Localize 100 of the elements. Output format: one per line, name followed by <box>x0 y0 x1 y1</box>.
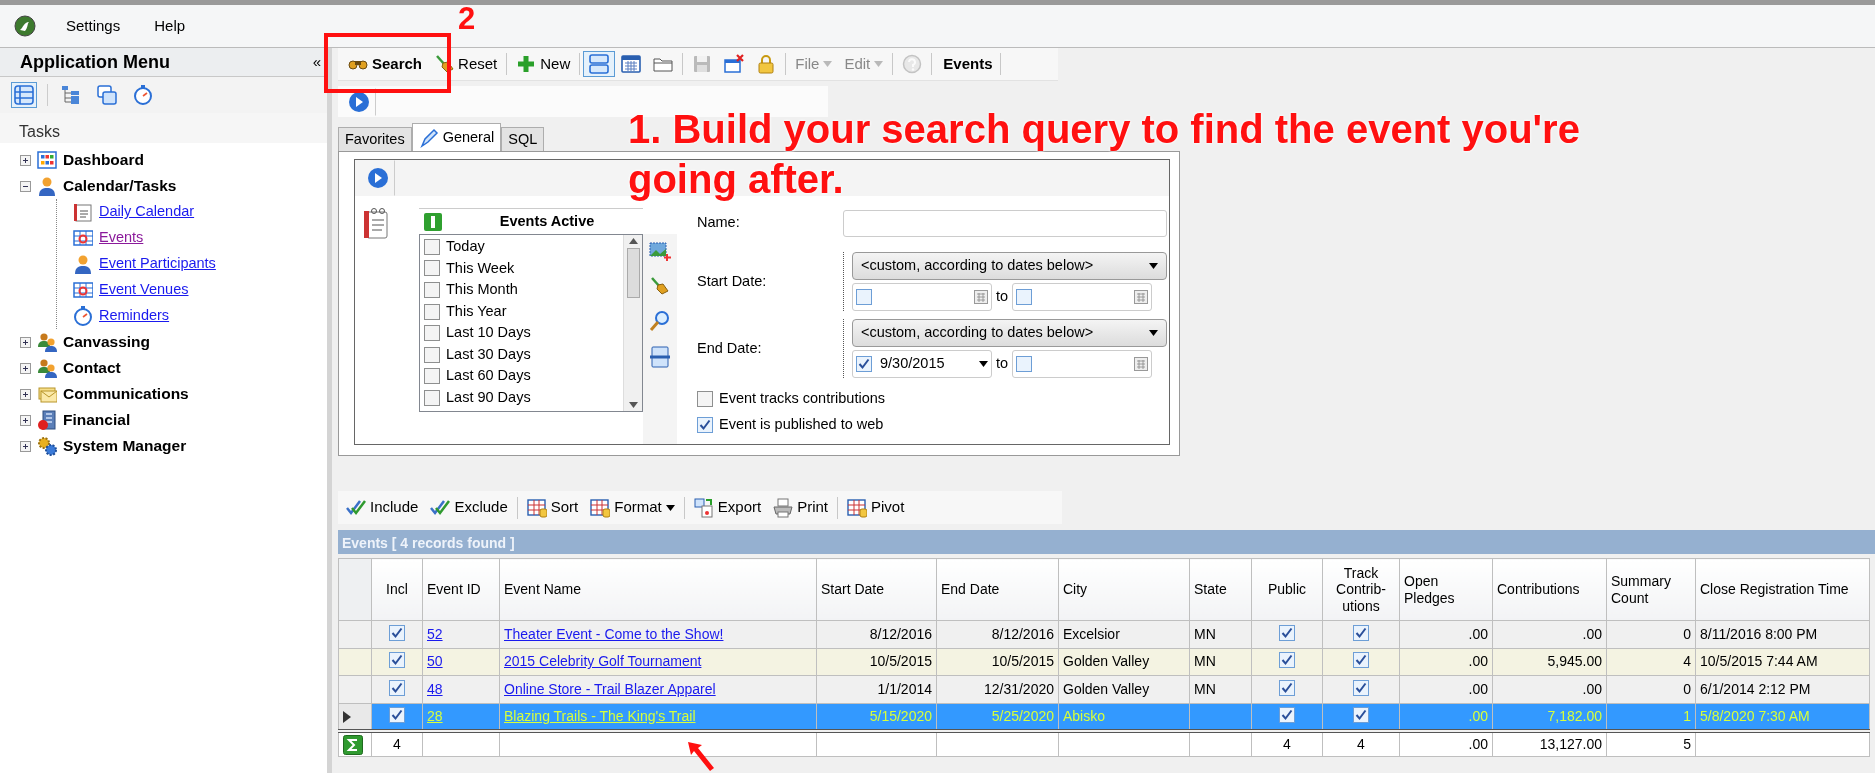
calendar-button-icon[interactable] <box>974 290 988 304</box>
column-header[interactable]: Incl <box>371 558 423 621</box>
tree-link[interactable]: Reminders <box>99 305 170 327</box>
checkbox[interactable] <box>1353 679 1369 696</box>
checkbox[interactable] <box>389 706 405 723</box>
option-label[interactable]: This Month <box>446 279 518 301</box>
menu-button[interactable]: Format <box>584 494 681 521</box>
checkbox[interactable] <box>1279 679 1295 696</box>
scroll-thumb[interactable] <box>626 248 640 298</box>
toolbar-button[interactable]: New <box>510 51 577 77</box>
broom-icon[interactable] <box>649 276 669 296</box>
toolbar-button[interactable]: Print <box>767 494 834 521</box>
option-label[interactable]: Last 10 Days <box>446 322 531 345</box>
tab[interactable]: Favorites <box>338 127 412 151</box>
tree-link[interactable]: Event Participants <box>99 253 216 275</box>
column-header[interactable]: Public <box>1251 558 1323 621</box>
tree-item[interactable]: Financial <box>63 408 131 432</box>
add-image-icon[interactable] <box>649 240 671 262</box>
checkbox-label[interactable]: Event tracks contributions <box>719 388 886 410</box>
expand-icon[interactable] <box>20 388 31 400</box>
column-header[interactable]: Close Registration Time <box>1695 558 1870 621</box>
option-label[interactable]: Today <box>446 235 485 258</box>
view-toggle[interactable] <box>583 51 616 77</box>
expand-icon[interactable] <box>20 440 31 452</box>
preset-dropdown[interactable]: <custom, according to dates below> <box>852 319 1167 347</box>
checkbox-label[interactable]: Event is published to web <box>719 414 884 436</box>
view-button[interactable] <box>94 82 120 108</box>
checkbox[interactable] <box>389 624 405 641</box>
tree-item[interactable]: System Manager <box>63 434 187 458</box>
expand-icon[interactable] <box>20 154 31 166</box>
tab[interactable]: SQL <box>501 127 545 151</box>
toolbar-button[interactable]: Pivot <box>841 494 911 521</box>
tree-link[interactable]: Events <box>99 227 144 249</box>
tab[interactable]: General <box>411 123 502 151</box>
menu-item[interactable]: Help <box>150 12 190 40</box>
checkbox[interactable] <box>697 391 713 407</box>
tree-item[interactable]: Calendar/Tasks <box>63 174 177 198</box>
column-header[interactable]: Track Contrib-utions <box>1322 558 1400 621</box>
tree-item[interactable]: Contact <box>63 356 121 380</box>
calendar-button-icon[interactable] <box>1134 290 1149 304</box>
checkbox[interactable] <box>1279 652 1295 669</box>
checkbox[interactable] <box>424 325 440 342</box>
expand-icon[interactable] <box>20 362 31 374</box>
toolbar-button[interactable]: Sort <box>520 494 585 521</box>
collapse-button[interactable]: « <box>312 50 321 74</box>
checkbox[interactable] <box>1279 706 1295 723</box>
checkbox[interactable] <box>389 679 405 696</box>
column-header[interactable]: State <box>1189 558 1252 621</box>
expand-icon[interactable] <box>20 414 31 426</box>
toolbar-button[interactable]: Search <box>342 51 429 77</box>
toolbar-button[interactable]: Exclude <box>424 494 514 521</box>
scanner-icon[interactable] <box>649 346 671 368</box>
column-header[interactable]: Contributions <box>1492 558 1607 621</box>
tree-link[interactable]: Daily Calendar <box>99 201 195 223</box>
view-button[interactable] <box>11 82 37 108</box>
checkbox[interactable] <box>424 346 440 363</box>
expand-icon[interactable] <box>20 336 31 348</box>
column-header[interactable]: City <box>1058 558 1190 621</box>
column-header[interactable]: Event ID <box>422 558 500 621</box>
calendar-button-icon[interactable] <box>1134 357 1149 371</box>
checkbox[interactable] <box>1353 652 1369 669</box>
option-label[interactable]: This Year <box>446 300 507 323</box>
checkbox[interactable] <box>856 289 872 305</box>
checkbox[interactable] <box>1016 356 1033 372</box>
checkbox[interactable] <box>1016 289 1033 305</box>
search-icon[interactable] <box>649 310 671 332</box>
option-label[interactable]: This Week <box>446 257 515 280</box>
column-header[interactable]: Start Date <box>816 558 937 621</box>
checkbox[interactable] <box>389 652 405 669</box>
checkbox[interactable] <box>424 368 440 385</box>
column-header[interactable]: Open Pledges <box>1399 558 1493 621</box>
option-label[interactable]: Last 30 Days <box>446 343 531 366</box>
tree-link[interactable]: Event Venues <box>99 279 189 301</box>
checkbox[interactable] <box>1353 624 1369 641</box>
tree-item[interactable]: Communications <box>63 382 189 406</box>
column-header[interactable]: Summary Count <box>1606 558 1696 621</box>
menu-item[interactable]: Settings <box>62 12 125 40</box>
toolbar-button[interactable]: Include <box>340 494 425 521</box>
checkbox[interactable] <box>1353 706 1369 723</box>
option-label[interactable]: Last 60 Days <box>446 365 531 388</box>
column-header[interactable]: End Date <box>936 558 1059 621</box>
checkbox[interactable] <box>856 356 872 372</box>
record-link[interactable]: 52 <box>427 625 443 642</box>
checkbox[interactable] <box>1279 624 1295 641</box>
preset-dropdown[interactable]: <custom, according to dates below> <box>852 252 1167 280</box>
checkbox[interactable] <box>424 282 440 298</box>
checkbox[interactable] <box>424 238 440 255</box>
checkbox[interactable] <box>424 389 440 406</box>
scroll-down-icon[interactable] <box>628 402 638 408</box>
collapse-icon[interactable] <box>20 180 31 192</box>
scroll-up-icon[interactable] <box>628 238 638 244</box>
tree-item[interactable]: Canvassing <box>63 330 150 354</box>
record-link[interactable]: 50 <box>427 653 443 670</box>
toolbar-button[interactable]: Reset <box>428 51 504 77</box>
option-label[interactable]: Last 90 Days <box>446 387 531 409</box>
record-link[interactable]: 48 <box>427 680 443 697</box>
column-header[interactable]: Event Name <box>499 558 817 621</box>
tree-item[interactable]: Dashboard <box>63 148 144 172</box>
name-field[interactable] <box>843 209 1167 237</box>
checkbox[interactable] <box>697 417 713 433</box>
